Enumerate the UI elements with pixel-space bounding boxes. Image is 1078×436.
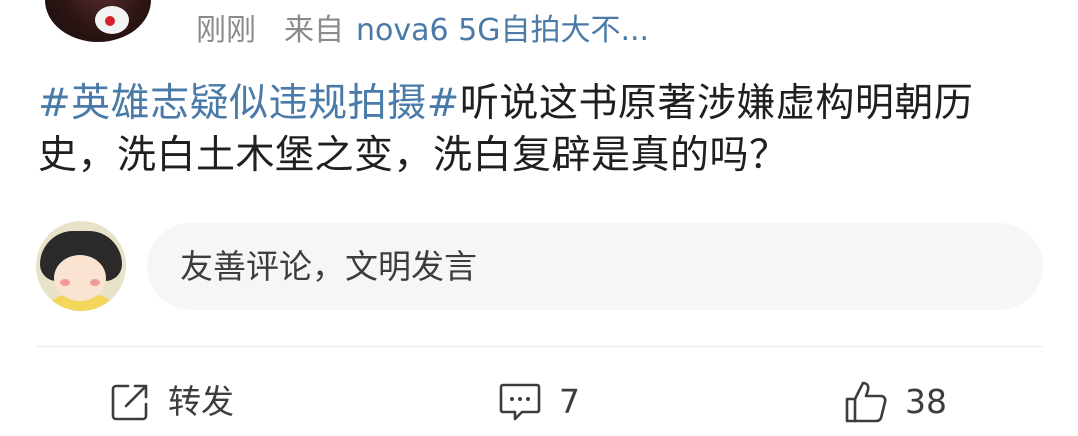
- comment-count: 7: [559, 382, 580, 421]
- divider: [36, 346, 1043, 347]
- post-meta: 刚刚 来自 nova6 5G自拍大不...: [196, 10, 649, 52]
- topic-hashtag-link[interactable]: #英雄志疑似违规拍摄#: [38, 81, 460, 126]
- avatar-face: [54, 255, 106, 301]
- repost-button[interactable]: 转发: [108, 376, 234, 428]
- post-content: #英雄志疑似违规拍摄#听说这书原著涉嫌虚构明朝历史，洗白土木堡之变，洗白复辟是真…: [38, 78, 1043, 182]
- avatar-cheek: [90, 279, 100, 286]
- comment-button[interactable]: 7: [497, 376, 580, 428]
- comment-icon: [497, 380, 543, 424]
- thumbs-up-icon: [843, 379, 889, 425]
- post-time: 刚刚: [196, 13, 256, 48]
- source-label: 来自: [284, 13, 344, 48]
- comment-input-placeholder: 友善评论，文明发言: [180, 247, 477, 286]
- author-avatar[interactable]: [45, 0, 151, 42]
- like-count: 38: [905, 382, 947, 421]
- avatar-cheek: [60, 279, 70, 286]
- share-icon: [108, 380, 152, 424]
- avatar-accent-dot: [105, 16, 115, 26]
- repost-label: 转发: [168, 382, 234, 421]
- like-button[interactable]: 38: [843, 376, 947, 428]
- weibo-post-card: 刚刚 来自 nova6 5G自拍大不... #英雄志疑似违规拍摄#听说这书原著涉嫌虚…: [0, 0, 1078, 436]
- comment-input[interactable]: 友善评论，文明发言: [147, 223, 1043, 310]
- source-device-link[interactable]: nova6 5G自拍大不...: [356, 13, 649, 48]
- current-user-avatar: [36, 221, 126, 311]
